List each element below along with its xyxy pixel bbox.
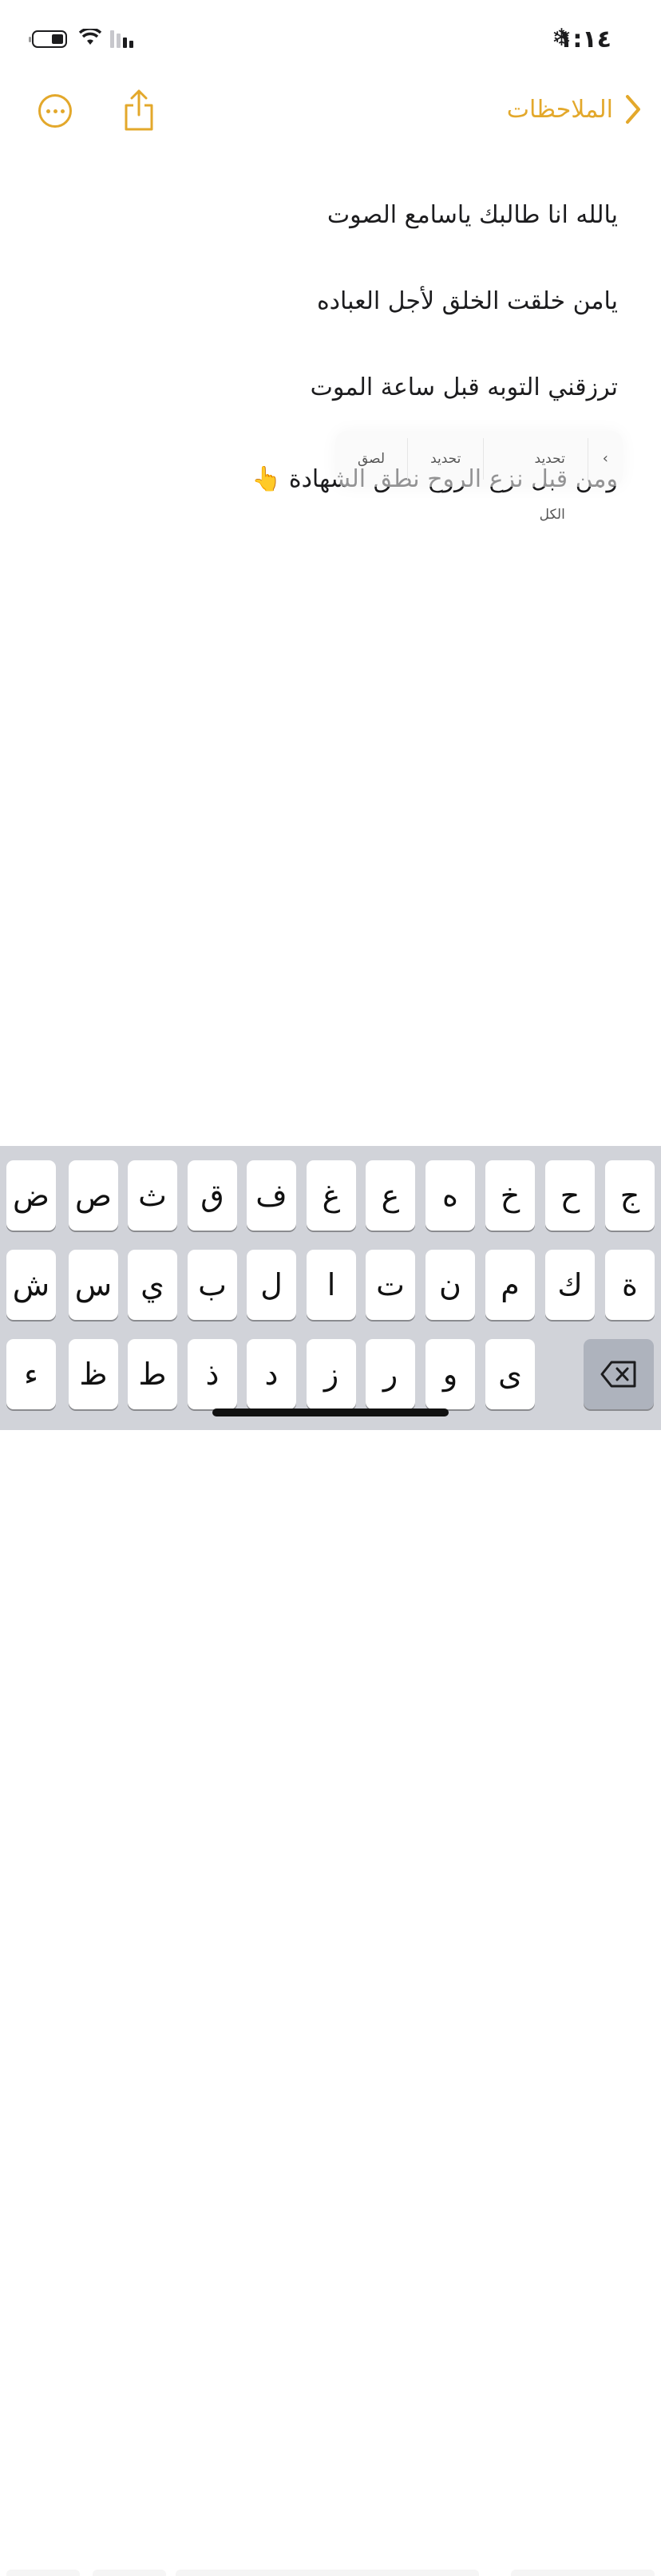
key[interactable]: خ xyxy=(485,1160,535,1231)
wifi-icon xyxy=(78,29,102,45)
key[interactable]: ث xyxy=(128,1160,177,1231)
key-row-edge xyxy=(6,2570,80,2576)
back-to-notes-button[interactable]: الملاحظات xyxy=(507,94,642,124)
key[interactable]: ص xyxy=(69,1160,118,1231)
key[interactable]: ي xyxy=(128,1250,177,1320)
more-actions-button[interactable]: › xyxy=(588,431,623,487)
space-key-edge xyxy=(176,2570,479,2576)
key[interactable]: ش xyxy=(6,1250,56,1320)
key[interactable]: غ xyxy=(307,1160,356,1231)
battery-icon xyxy=(29,30,67,48)
key[interactable]: ى xyxy=(485,1339,535,1409)
keyboard: ج ح خ ه ع غ ف ق ث ص ض ة ك م ن ت ا ل ب ي … xyxy=(0,1146,661,2576)
status-bar: ❄ ١:١٤ xyxy=(0,0,661,77)
edit-menu: لصق تحديد تحديد الكل › xyxy=(335,431,623,523)
select-all-button[interactable]: تحديد الكل xyxy=(484,431,587,523)
select-button[interactable]: تحديد xyxy=(408,431,483,487)
key[interactable]: ه xyxy=(425,1160,475,1231)
key[interactable]: ض xyxy=(6,1160,56,1231)
key[interactable]: م xyxy=(485,1250,535,1320)
key[interactable]: ب xyxy=(188,1250,237,1320)
key[interactable]: ح xyxy=(545,1160,595,1231)
delete-key[interactable] xyxy=(584,1339,654,1409)
divider xyxy=(407,438,409,480)
clock-time: ١:١٤ xyxy=(558,26,612,53)
key[interactable]: ذ xyxy=(188,1339,237,1409)
key[interactable]: ء xyxy=(6,1339,56,1409)
key[interactable]: ك xyxy=(545,1250,595,1320)
key[interactable]: ف xyxy=(247,1160,296,1231)
key[interactable]: د xyxy=(247,1339,296,1409)
key-row-edge xyxy=(511,2570,655,2576)
key[interactable]: ا xyxy=(307,1250,356,1320)
divider xyxy=(483,438,485,480)
note-line-1[interactable]: يالله انا طالبك ياسامع الصوت xyxy=(327,200,618,231)
key[interactable]: ل xyxy=(247,1250,296,1320)
paste-button[interactable]: لصق xyxy=(335,431,407,487)
key[interactable]: ط xyxy=(128,1339,177,1409)
navigation-bar: الملاحظات xyxy=(0,80,661,144)
note-line-2[interactable]: يامن خلقت الخلق لأجل العباده xyxy=(317,286,618,318)
key-row-edge xyxy=(93,2570,166,2576)
key[interactable]: ت xyxy=(366,1250,415,1320)
cellular-signal-icon xyxy=(110,30,133,48)
share-button[interactable] xyxy=(123,89,155,131)
key[interactable]: ق xyxy=(188,1160,237,1231)
key[interactable]: ز xyxy=(307,1339,356,1409)
key[interactable]: ن xyxy=(425,1250,475,1320)
back-label: الملاحظات xyxy=(506,95,613,124)
more-options-button[interactable] xyxy=(38,94,72,128)
key[interactable]: و xyxy=(425,1339,475,1409)
key[interactable]: ظ xyxy=(69,1339,118,1409)
key[interactable]: ر xyxy=(366,1339,415,1409)
chevron-back-icon xyxy=(626,95,640,124)
key[interactable]: س xyxy=(69,1250,118,1320)
key[interactable]: ع xyxy=(366,1160,415,1231)
note-line-3[interactable]: ترزقني التوبه قبل ساعة الموت xyxy=(311,372,618,404)
key[interactable]: ة xyxy=(605,1250,655,1320)
key[interactable]: ج xyxy=(605,1160,655,1231)
backspace-icon xyxy=(600,1361,636,1388)
home-indicator[interactable] xyxy=(212,1409,449,1416)
